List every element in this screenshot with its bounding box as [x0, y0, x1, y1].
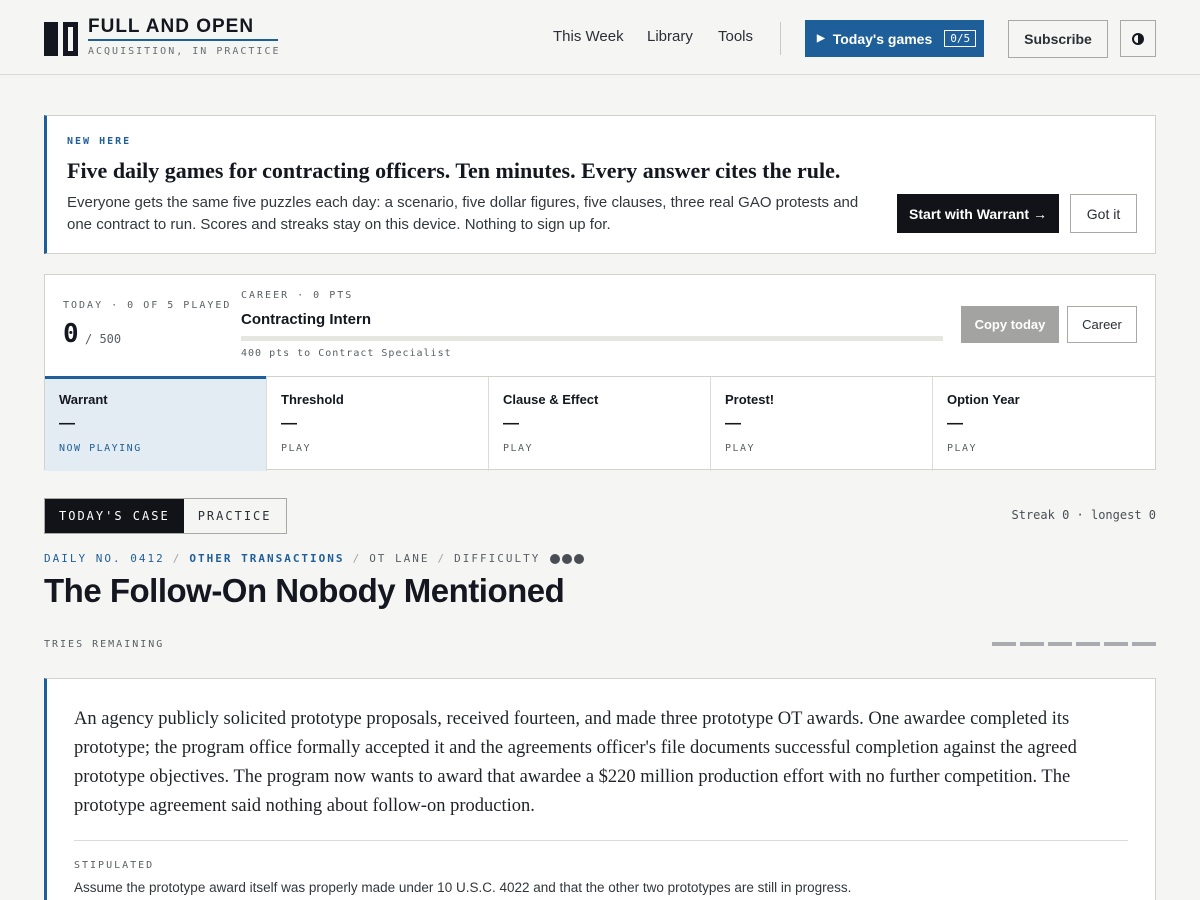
case-meta: DAILY NO. 0412 / OTHER TRANSACTIONS / OT…	[44, 552, 586, 565]
difficulty-dots	[550, 553, 586, 564]
score-panel: TODAY · 0 OF 5 PLAYED 0 / 500 CAREER · 0…	[44, 274, 1156, 471]
welcome-body: Everyone gets the same five puzzles each…	[67, 194, 859, 233]
try-segment	[1132, 642, 1156, 646]
game-name: Threshold	[281, 392, 344, 407]
game-state: PLAY	[503, 443, 534, 454]
case-prompt: An agency publicly solicited prototype p…	[74, 709, 1077, 816]
game-score: —	[503, 415, 519, 432]
todays-games-button[interactable]: ▶ Today's games 0/5	[805, 20, 984, 57]
game-name: Protest!	[725, 392, 775, 407]
game-state: PLAY	[947, 443, 978, 454]
stipulated-label: STIPULATED	[74, 860, 155, 871]
career-progress-bar	[241, 336, 943, 341]
copy-today-button[interactable]: Copy today	[961, 306, 1059, 343]
try-segment	[992, 642, 1016, 646]
start-with-warrant-button[interactable]: Start with Warrant →	[897, 194, 1059, 233]
try-segment	[1020, 642, 1044, 646]
difficulty-dot	[550, 553, 561, 564]
stipulated-text: Assume the prototype award itself was pr…	[74, 880, 852, 895]
today-max: / 500	[85, 332, 122, 346]
brand-title[interactable]: FULL AND OPEN	[88, 16, 254, 38]
try-segment	[1104, 642, 1128, 646]
daily-number: DAILY NO. 0412	[44, 552, 165, 565]
difficulty-dot	[562, 553, 573, 564]
subscribe-button[interactable]: Subscribe	[1008, 20, 1108, 58]
try-segment	[1076, 642, 1100, 646]
career-label: CAREER · 0 PTS	[241, 290, 354, 301]
tries-label: TRIES REMAINING	[44, 639, 165, 650]
case-lane: OT LANE	[369, 552, 430, 565]
game-name: Clause & Effect	[503, 392, 599, 407]
game-tab-warrant[interactable]: Warrant — NOW PLAYING	[45, 376, 267, 471]
game-tab-clause-effect[interactable]: Clause & Effect — PLAY	[489, 377, 711, 471]
welcome-eyebrow: NEW HERE	[67, 136, 132, 147]
site-header: FULL AND OPEN ACQUISITION, IN PRACTICE T…	[0, 0, 1200, 75]
tab-practice[interactable]: PRACTICE	[183, 499, 286, 533]
meta-separator: /	[172, 552, 182, 565]
game-tab-protest[interactable]: Protest! — PLAY	[711, 377, 933, 471]
games-count-badge: 0/5	[944, 30, 977, 47]
game-tabs: Warrant — NOW PLAYING Threshold — PLAY C…	[45, 376, 1155, 471]
game-state: PLAY	[281, 443, 312, 454]
game-score: —	[947, 415, 963, 432]
career-rank: Contracting Intern	[241, 311, 371, 328]
case-category[interactable]: OTHER TRANSACTIONS	[189, 552, 344, 565]
tries-remaining-indicator	[988, 642, 1156, 646]
nav-tools[interactable]: Tools	[718, 28, 753, 45]
brand-subtitle: ACQUISITION, IN PRACTICE	[88, 46, 281, 57]
theme-toggle-button[interactable]	[1120, 20, 1156, 57]
play-icon: ▶	[817, 33, 825, 44]
game-name: Warrant	[59, 392, 108, 407]
dismiss-welcome-button[interactable]: Got it	[1070, 194, 1137, 233]
game-score: —	[725, 415, 741, 432]
mode-tabs: TODAY'S CASE PRACTICE	[44, 498, 287, 534]
welcome-headline: Five daily games for contracting officer…	[67, 158, 841, 183]
today-score: 0	[63, 319, 79, 349]
welcome-banner: NEW HERE Five daily games for contractin…	[44, 115, 1156, 254]
meta-separator: /	[437, 552, 447, 565]
streak-text: Streak 0 · longest 0	[1011, 508, 1157, 522]
game-state: NOW PLAYING	[59, 443, 142, 454]
nav-this-week[interactable]: This Week	[553, 28, 624, 45]
difficulty-label: DIFFICULTY	[454, 552, 541, 565]
game-name: Option Year	[947, 392, 1020, 407]
today-label: TODAY · 0 OF 5 PLAYED	[63, 300, 232, 311]
meta-separator: /	[352, 552, 362, 565]
logo-icon[interactable]	[44, 22, 78, 56]
next-rank-text: 400 pts to Contract Specialist	[241, 348, 452, 359]
case-card: An agency publicly solicited prototype p…	[44, 678, 1156, 900]
try-segment	[1048, 642, 1072, 646]
tab-todays-case[interactable]: TODAY'S CASE	[45, 499, 184, 533]
game-state: PLAY	[725, 443, 756, 454]
difficulty-dot	[574, 553, 585, 564]
todays-games-label: Today's games	[832, 30, 933, 47]
game-tab-threshold[interactable]: Threshold — PLAY	[267, 377, 489, 471]
case-title: The Follow-On Nobody Mentioned	[44, 572, 565, 609]
game-score: —	[281, 415, 297, 432]
contrast-icon	[1132, 32, 1144, 45]
nav-divider	[780, 22, 781, 55]
game-score: —	[59, 415, 75, 432]
nav-library[interactable]: Library	[647, 28, 693, 45]
brand-rule	[88, 39, 278, 41]
career-button[interactable]: Career	[1067, 306, 1137, 343]
game-tab-option-year[interactable]: Option Year — PLAY	[933, 377, 1155, 471]
card-divider	[74, 840, 1128, 841]
